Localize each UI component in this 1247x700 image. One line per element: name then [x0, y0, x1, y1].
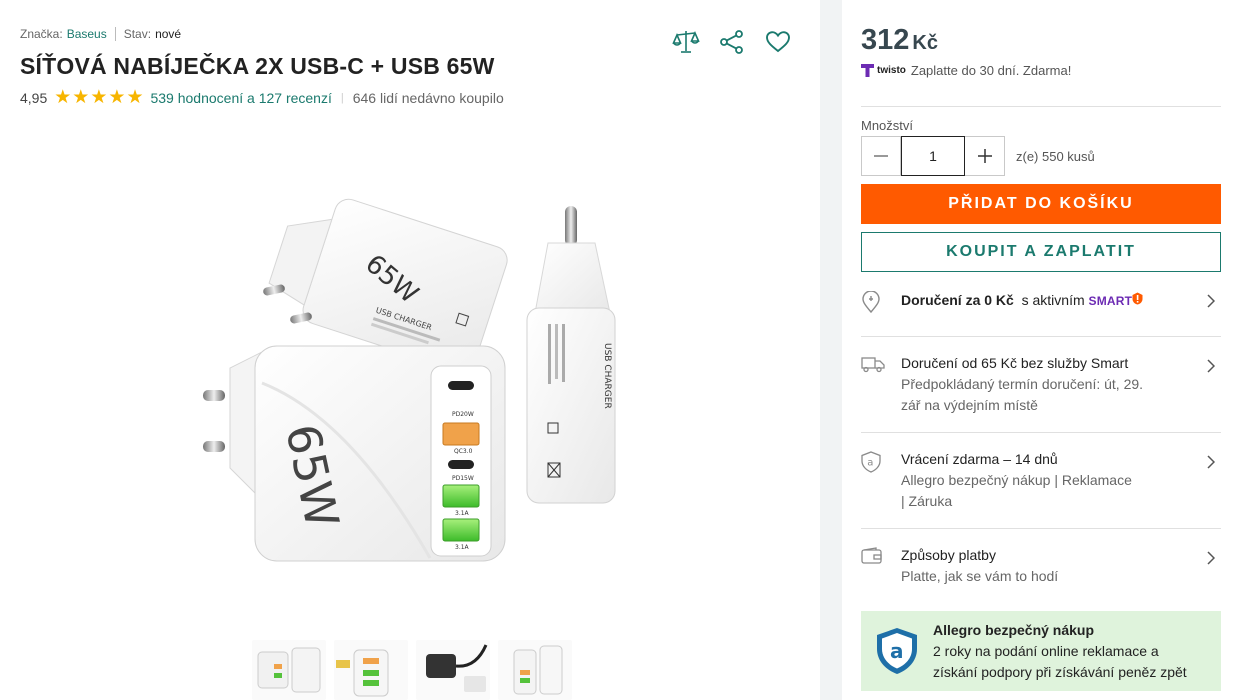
rating-stars: ★ ★ ★ ★ ★ — [54, 87, 144, 108]
smart-badge: SMART — [1088, 294, 1133, 308]
price-currency: Kč — [912, 32, 938, 54]
divider — [861, 432, 1221, 433]
returns-title: Vrácení zdarma – 14 dnů — [901, 451, 1058, 467]
twisto-brand: twisto — [877, 65, 906, 76]
svg-text:a: a — [890, 639, 904, 663]
svg-text:a: a — [867, 458, 873, 469]
payment-subtitle: Platte, jak se vám to hodí — [901, 568, 1059, 584]
image-text-pd15: PD15W — [452, 475, 474, 482]
twisto-logo: twisto — [861, 64, 906, 77]
image-text-31a-2: 3.1A — [455, 544, 470, 551]
twisto-text: Zaplatte do 30 dní. Zdarma! — [910, 63, 1072, 78]
reviews-link[interactable]: 539 hodnocení a 127 recenzí — [150, 90, 331, 106]
chevron-right-icon — [1201, 289, 1221, 313]
meta-divider — [114, 27, 116, 41]
chevron-right-icon — [1201, 545, 1221, 587]
image-text-pd20: PD20W — [452, 411, 474, 418]
chevron-right-icon — [1201, 449, 1221, 512]
condition-value: nové — [155, 27, 182, 41]
smart-delivery-row[interactable]: Doručení za 0 Kč s aktivním SMART — [861, 289, 1221, 313]
buy-box: 312 Kč twisto Zaplatte do 30 dní. Zdarma!… — [842, 0, 1247, 700]
divider — [861, 336, 1221, 337]
image-text-qc30: QC3.0 — [454, 448, 473, 455]
quantity-increase-button[interactable] — [965, 136, 1005, 176]
star-icon: ★ — [90, 87, 108, 108]
compare-icon[interactable] — [672, 28, 700, 56]
product-title: SÍŤOVÁ NABÍJEČKA 2X USB-C + USB 65W — [20, 53, 495, 79]
safe-title: Allegro bezpečný nákup — [933, 622, 1095, 638]
smart-delivery-bold: Doručení za 0 Kč — [901, 292, 1014, 308]
quantity-decrease-button[interactable] — [861, 136, 901, 176]
quantity-stepper: z(e) 550 kusů — [861, 136, 1095, 176]
product-main-image[interactable]: 65W USB CHARGER USB CHARGER 65W PD20W QC… — [150, 118, 662, 633]
delivery-row[interactable]: Doručení od 65 Kč bez služby Smart Předp… — [861, 353, 1221, 416]
rating-value: 4,95 — [20, 90, 48, 106]
smart-badge-icon — [1132, 292, 1143, 305]
smart-delivery-text: s aktivním — [1021, 292, 1085, 308]
divider — [861, 528, 1221, 529]
price-value: 312 — [861, 24, 910, 56]
brand-link[interactable]: Baseus — [67, 27, 107, 41]
heart-icon[interactable] — [764, 28, 792, 56]
condition-label: Stav: — [123, 27, 152, 41]
add-to-cart-button[interactable]: PŘIDAT DO KOŠÍKU — [861, 184, 1221, 224]
thumbnail-2[interactable] — [334, 640, 408, 700]
star-icon: ★ — [126, 87, 144, 108]
divider — [861, 106, 1221, 107]
returns-links-warranty: | Záruka — [901, 493, 953, 509]
thumbnail-1[interactable] — [252, 640, 326, 700]
delivery-location: zář na výdejním místě — [901, 397, 1038, 413]
rating-separator: | — [340, 92, 344, 104]
safe-purchase-banner[interactable]: a Allegro bezpečný nákup 2 roky na podán… — [861, 611, 1221, 691]
thumbnail-4[interactable] — [498, 640, 572, 700]
recent-buyers: 646 lidí nedávno koupilo — [352, 90, 504, 106]
product-gallery-column: Značka: Baseus Stav: nové SÍŤOVÁ NABÍJEČ… — [0, 0, 820, 700]
thumbnail-strip — [252, 640, 572, 700]
quantity-available: z(e) 550 kusů — [1016, 148, 1095, 164]
returns-links: Allegro bezpečný nákup | Reklamace — [901, 472, 1132, 488]
quantity-input[interactable] — [901, 136, 965, 176]
brand-label: Značka: — [20, 27, 63, 41]
rating-bar: 4,95 ★ ★ ★ ★ ★ 539 hodnocení a 127 recen… — [20, 87, 504, 108]
payment-row[interactable]: Způsoby platby Platte, jak se vám to hod… — [861, 545, 1221, 587]
delivery-title: Doručení od 65 Kč bez služby Smart — [901, 355, 1129, 371]
star-icon: ★ — [54, 87, 72, 108]
delivery-estimate: Předpokládaný termín doručení: út, 29. — [901, 376, 1144, 392]
shield-a-icon: a — [861, 449, 901, 512]
share-icon[interactable] — [718, 28, 746, 56]
star-icon: ★ — [72, 87, 90, 108]
allegro-protect-icon: a — [861, 611, 933, 691]
twisto-offer[interactable]: twisto Zaplatte do 30 dní. Zdarma! — [861, 63, 1071, 78]
chevron-right-icon — [1201, 353, 1221, 416]
location-pin-icon — [861, 289, 901, 313]
quantity-label: Množství — [861, 118, 914, 133]
payment-title: Způsoby platby — [901, 547, 996, 563]
returns-row[interactable]: a Vrácení zdarma – 14 dnů Allegro bezpeč… — [861, 449, 1221, 512]
star-icon: ★ — [108, 87, 126, 108]
column-gutter — [820, 0, 842, 700]
product-meta: Značka: Baseus Stav: nové — [20, 27, 181, 41]
image-text-usb-charger-side: USB CHARGER — [602, 343, 612, 409]
wallet-icon — [861, 545, 901, 587]
buy-now-button[interactable]: KOUPIT A ZAPLATIT — [861, 232, 1221, 272]
image-text-31a-1: 3.1A — [455, 510, 470, 517]
safe-line-2: získání podpory při získávání peněz zpět — [933, 664, 1187, 680]
safe-line-1: 2 roky na podání online reklamace a — [933, 643, 1159, 659]
product-actions — [672, 28, 792, 56]
price: 312 Kč — [861, 24, 938, 57]
truck-icon — [861, 353, 901, 416]
thumbnail-3[interactable] — [416, 640, 490, 700]
